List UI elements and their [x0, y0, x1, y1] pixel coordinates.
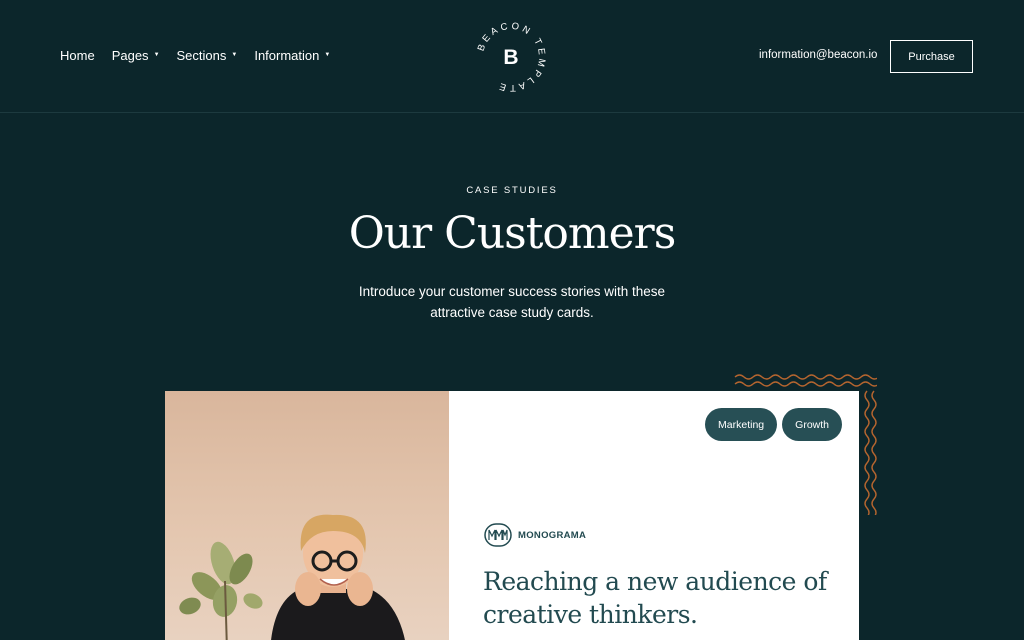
nav-menu: Home Pages ▼ Sections ▼ Information ▼	[60, 48, 330, 63]
nav-item-information[interactable]: Information ▼	[254, 48, 330, 63]
page-title: Our Customers	[348, 208, 677, 259]
nav-item-label: Pages	[111, 48, 149, 63]
top-navigation: Home Pages ▼ Sections ▼ Information ▼ BE…	[0, 0, 1024, 113]
section-eyebrow: CASE STUDIES	[466, 185, 558, 196]
page-subtitle: Introduce your customer success stories …	[358, 284, 666, 320]
logo-letter: B	[503, 46, 518, 69]
case-study-tags: Marketing Growth	[705, 408, 842, 441]
case-study-heading: Reaching a new audience of creative thin…	[483, 567, 827, 629]
nav-item-label: Sections	[176, 48, 227, 63]
smiling-woman-photo-image	[179, 514, 405, 640]
tag-marketing[interactable]: Marketing	[705, 408, 778, 441]
nav-item-sections[interactable]: Sections ▼	[177, 48, 238, 63]
tag-growth[interactable]: Growth	[782, 408, 842, 441]
beacon-logo-icon: BEACON TEMPLATE B	[476, 21, 544, 93]
beacon-logo[interactable]: BEACON TEMPLATE B	[472, 18, 550, 96]
case-study-card[interactable]: Marketing Growth MONOGRAMA Reaching a ne…	[165, 391, 859, 640]
purchase-button[interactable]: Purchase	[890, 40, 973, 73]
customer-photo	[165, 391, 449, 640]
nav-item-label: Home	[60, 48, 95, 63]
nav-item-home[interactable]: Home	[60, 48, 95, 63]
caret-down-icon: ▼	[231, 51, 238, 58]
caret-down-icon: ▼	[153, 51, 160, 58]
customer-brand-name: MONOGRAMA	[518, 529, 587, 541]
nav-item-label: Information	[254, 48, 320, 63]
caret-down-icon: ▼	[324, 51, 331, 58]
monograma-logo-icon	[484, 523, 512, 547]
contact-email-link[interactable]: information@beacon.io	[759, 49, 877, 61]
customer-brand: MONOGRAMA	[484, 523, 586, 547]
nav-item-pages[interactable]: Pages ▼	[112, 48, 160, 63]
